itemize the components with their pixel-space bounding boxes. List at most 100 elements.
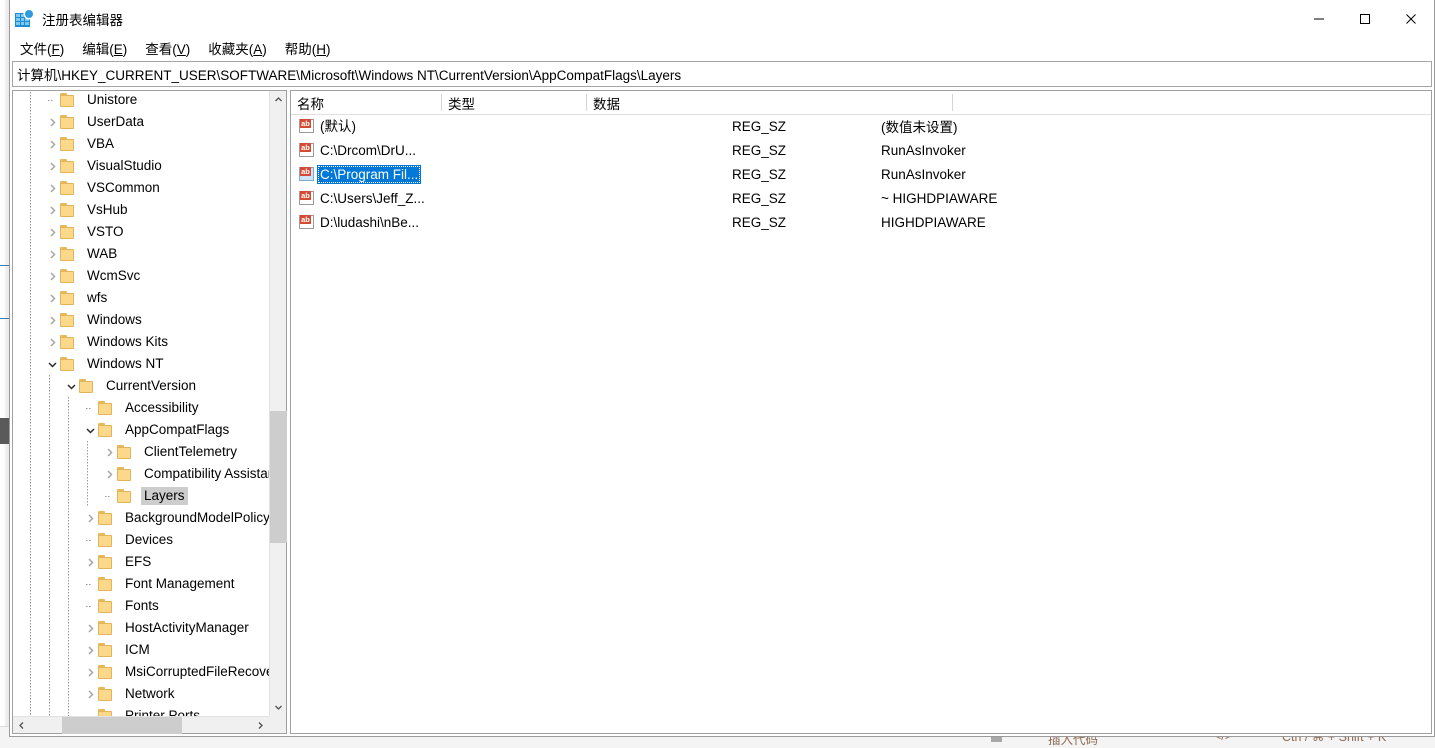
tree-item-msicorruptedfilerecovery[interactable]: MsiCorruptedFileRecovery: [13, 661, 269, 683]
tree-item-vba[interactable]: VBA: [13, 133, 269, 155]
column-header-name[interactable]: 名称: [291, 91, 441, 114]
tree-scroll-up-button[interactable]: [270, 91, 287, 108]
column-divider[interactable]: [952, 94, 953, 111]
tree-item-vshub[interactable]: VsHub: [13, 199, 269, 221]
chevron-right-icon[interactable]: [44, 265, 60, 287]
tree-item-label: Windows NT: [87, 356, 164, 371]
tree-item-userdata[interactable]: UserData: [13, 111, 269, 133]
tree-item-label: Devices: [125, 532, 174, 547]
tree-item-hostactivitymanager[interactable]: HostActivityManager: [13, 617, 269, 639]
chevron-down-icon[interactable]: [82, 419, 98, 441]
window-controls: [1296, 0, 1434, 37]
tree-item-printer-ports[interactable]: Printer Ports: [13, 705, 269, 716]
tree-item-devices[interactable]: Devices: [13, 529, 269, 551]
menu-item-view[interactable]: 查看(V): [145, 36, 199, 60]
value-row[interactable]: ab C:\Program Fil... REG_SZ RunAsInvoker: [291, 162, 1431, 186]
tree-item-network[interactable]: Network: [13, 683, 269, 705]
tree-horizontal-scroll-thumb[interactable]: [62, 717, 182, 734]
column-header-type[interactable]: 类型: [442, 91, 586, 114]
tree-scroll-down-button[interactable]: [270, 699, 287, 716]
value-row[interactable]: ab C:\Drcom\DrU... REG_SZ RunAsInvoker: [291, 138, 1431, 162]
chevron-right-icon[interactable]: [82, 617, 98, 639]
tree-item-clienttelemetry[interactable]: ClientTelemetry: [13, 441, 269, 463]
chevron-right-icon[interactable]: [44, 331, 60, 353]
tree-vertical-scrollbar[interactable]: [269, 91, 287, 716]
menu-item-file[interactable]: 文件(F): [20, 36, 73, 60]
tree-scroll-right-button[interactable]: [252, 717, 269, 734]
tree-item-backgroundmodelpolicy[interactable]: BackgroundModelPolicy: [13, 507, 269, 529]
folder-icon: [98, 401, 115, 415]
maximize-button[interactable]: [1342, 0, 1388, 37]
chevron-right-icon[interactable]: [44, 111, 60, 133]
tree-item-currentversion[interactable]: CurrentVersion: [13, 375, 269, 397]
tree-item-visualstudio[interactable]: VisualStudio: [13, 155, 269, 177]
tree-item-compatibility-assistant[interactable]: Compatibility Assistant: [13, 463, 269, 485]
tree-item-unistore[interactable]: Unistore: [13, 91, 269, 111]
folder-icon: [117, 489, 134, 503]
address-bar[interactable]: 计算机\HKEY_CURRENT_USER\SOFTWARE\Microsoft…: [12, 61, 1432, 87]
tree-item-accessibility[interactable]: Accessibility: [13, 397, 269, 419]
tree-item-efs[interactable]: EFS: [13, 551, 269, 573]
tree-item-label: WcmSvc: [87, 268, 141, 283]
close-button[interactable]: [1388, 0, 1434, 37]
chevron-right-icon[interactable]: [44, 287, 60, 309]
chevron-right-icon[interactable]: [44, 221, 60, 243]
chevron-right-icon[interactable]: [44, 155, 60, 177]
value-name-cell: C:\Users\Jeff_Z...: [317, 186, 428, 210]
tree-item-fonts[interactable]: Fonts: [13, 595, 269, 617]
chevron-right-icon[interactable]: [44, 309, 60, 331]
tree-item-windows[interactable]: Windows: [13, 309, 269, 331]
folder-icon: [117, 467, 134, 481]
tree-item-font-management[interactable]: Font Management: [13, 573, 269, 595]
folder-icon: [98, 621, 115, 635]
value-row[interactable]: ab (默认) REG_SZ (数值未设置): [291, 114, 1431, 138]
chevron-right-icon[interactable]: [44, 199, 60, 221]
tree-item-icm[interactable]: ICM: [13, 639, 269, 661]
folder-icon: [117, 445, 134, 459]
value-type-cell: REG_SZ: [732, 142, 787, 158]
tree-item-wfs[interactable]: wfs: [13, 287, 269, 309]
address-path-text: 计算机\HKEY_CURRENT_USER\SOFTWARE\Microsoft…: [17, 68, 682, 83]
chevron-right-icon[interactable]: [101, 463, 117, 485]
tree-item-label: AppCompatFlags: [125, 422, 230, 437]
chevron-right-icon[interactable]: [101, 441, 117, 463]
folder-icon: [98, 555, 115, 569]
chevron-down-icon[interactable]: [63, 375, 79, 397]
chevron-right-icon[interactable]: [44, 243, 60, 265]
tree-item-windows-nt[interactable]: Windows NT: [13, 353, 269, 375]
tree-item-label: VsHub: [87, 202, 128, 217]
menu-item-edit[interactable]: 编辑(E): [82, 36, 136, 60]
folder-icon: [98, 577, 115, 591]
chevron-right-icon[interactable]: [82, 683, 98, 705]
minimize-button[interactable]: [1296, 0, 1342, 37]
chevron-right-icon[interactable]: [44, 177, 60, 199]
chevron-right-icon[interactable]: [82, 507, 98, 529]
column-header-data[interactable]: 数据: [587, 91, 952, 114]
tree-horizontal-scrollbar[interactable]: [13, 716, 269, 734]
value-name-text: (默认): [320, 118, 356, 134]
value-row[interactable]: ab D:\ludashi\nBe... REG_SZ HIGHDPIAWARE: [291, 210, 1431, 234]
tree-item-label: VSCommon: [87, 180, 160, 195]
menu-item-favorites[interactable]: 收藏夹(A): [208, 36, 276, 60]
chevron-right-icon[interactable]: [82, 639, 98, 661]
tree-item-vsto[interactable]: VSTO: [13, 221, 269, 243]
tree-scrollbar-corner: [269, 716, 286, 733]
value-row[interactable]: ab C:\Users\Jeff_Z... REG_SZ ~ HIGHDPIAWARE: [291, 186, 1431, 210]
chevron-right-icon[interactable]: [44, 133, 60, 155]
chevron-right-icon[interactable]: [82, 551, 98, 573]
tree-item-label: Font Management: [125, 576, 235, 591]
chevron-down-icon[interactable]: [44, 353, 60, 375]
folder-icon: [98, 423, 115, 437]
tree-item-wcmsvc[interactable]: WcmSvc: [13, 265, 269, 287]
tree-item-windows-kits[interactable]: Windows Kits: [13, 331, 269, 353]
tree-item-appcompatflags[interactable]: AppCompatFlags: [13, 419, 269, 441]
chevron-right-icon[interactable]: [82, 661, 98, 683]
tree-item-layers[interactable]: Layers: [13, 485, 269, 507]
tree-item-label: UserData: [87, 114, 145, 129]
tree-scroll-left-button[interactable]: [13, 717, 30, 734]
menu-item-help[interactable]: 帮助(H): [285, 36, 340, 60]
folder-icon: [60, 335, 77, 349]
tree-item-vscommon[interactable]: VSCommon: [13, 177, 269, 199]
tree-item-wab[interactable]: WAB: [13, 243, 269, 265]
tree-vertical-scroll-thumb[interactable]: [270, 411, 287, 543]
